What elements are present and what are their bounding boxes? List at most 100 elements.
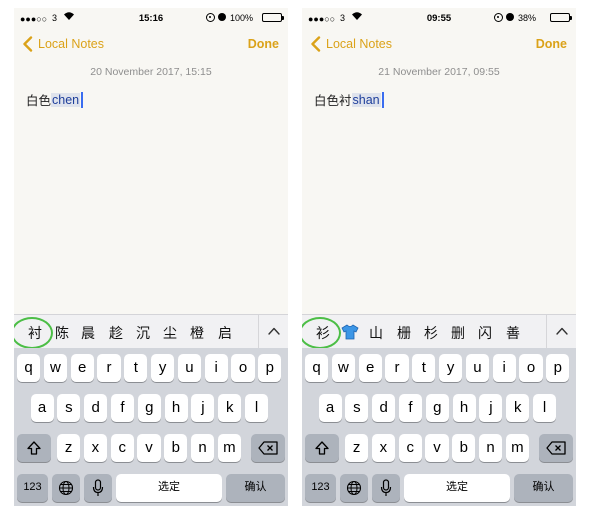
globe-key[interactable]	[340, 474, 368, 502]
key-e[interactable]: e	[358, 354, 382, 382]
nav-bar: Local Notes Done	[302, 30, 576, 58]
candidate-item[interactable]: 启	[215, 323, 235, 343]
numbers-key[interactable]: 123	[305, 474, 336, 502]
shift-key[interactable]	[17, 434, 51, 462]
status-bar: ●●●○○ 3 09:55 38%	[302, 8, 576, 28]
key-f[interactable]: f	[398, 394, 423, 422]
key-m[interactable]: m	[217, 434, 241, 462]
candidate-item[interactable]: 山	[366, 323, 386, 343]
candidate-item[interactable]: 善	[503, 323, 523, 343]
return-key[interactable]: 确认	[514, 474, 573, 502]
key-x[interactable]: x	[371, 434, 395, 462]
shift-key[interactable]	[305, 434, 339, 462]
back-button[interactable]: Local Notes	[21, 36, 104, 52]
key-t[interactable]: t	[124, 354, 148, 382]
key-k[interactable]: k	[218, 394, 242, 422]
key-r[interactable]: r	[97, 354, 121, 382]
candidate-item[interactable]: 删	[448, 323, 468, 343]
key-o[interactable]: o	[231, 354, 255, 382]
key-q[interactable]: q	[17, 354, 41, 382]
candidate-bar: 衬陈晨趁沉尘橙启	[14, 314, 288, 349]
candidate-item[interactable]: 闪	[475, 323, 495, 343]
candidate-item[interactable]: 晨	[78, 323, 98, 343]
key-g[interactable]: g	[425, 394, 449, 422]
key-h[interactable]: h	[164, 394, 188, 422]
key-l[interactable]: l	[532, 394, 557, 422]
key-a[interactable]: a	[318, 394, 342, 422]
key-b[interactable]: b	[164, 434, 188, 462]
candidate-item[interactable]: 栅	[394, 323, 414, 343]
key-s[interactable]: s	[57, 394, 81, 422]
key-b[interactable]: b	[452, 434, 476, 462]
key-y[interactable]: y	[439, 354, 463, 382]
key-j[interactable]: j	[479, 394, 503, 422]
microphone-key[interactable]	[372, 474, 400, 502]
candidate-bar: 衫👕山栅杉删闪善	[302, 314, 576, 349]
delete-icon	[546, 441, 566, 455]
delete-icon	[258, 441, 278, 455]
key-d[interactable]: d	[84, 394, 108, 422]
key-y[interactable]: y	[151, 354, 175, 382]
shirt-icon[interactable]: 👕	[341, 324, 359, 340]
key-v[interactable]: v	[425, 434, 449, 462]
key-j[interactable]: j	[191, 394, 215, 422]
key-n[interactable]: n	[191, 434, 215, 462]
alarm-icon	[506, 13, 514, 21]
delete-key[interactable]	[539, 434, 573, 462]
key-e[interactable]: e	[70, 354, 94, 382]
key-x[interactable]: x	[83, 434, 107, 462]
alarm-icon	[218, 13, 226, 21]
candidate-item[interactable]: 橙	[187, 323, 207, 343]
key-r[interactable]: r	[385, 354, 409, 382]
key-u[interactable]: u	[177, 354, 201, 382]
key-u[interactable]: u	[465, 354, 489, 382]
key-z[interactable]: z	[345, 434, 369, 462]
note-body[interactable]: 白色 chen	[26, 90, 84, 109]
candidate-expand-button[interactable]	[546, 315, 576, 349]
numbers-key[interactable]: 123	[17, 474, 48, 502]
key-t[interactable]: t	[412, 354, 436, 382]
candidate-item[interactable]: 杉	[421, 323, 441, 343]
microphone-key[interactable]	[84, 474, 112, 502]
key-p[interactable]: p	[546, 354, 570, 382]
candidate-expand-button[interactable]	[258, 315, 288, 349]
globe-key[interactable]	[52, 474, 80, 502]
key-p[interactable]: p	[258, 354, 282, 382]
key-v[interactable]: v	[137, 434, 161, 462]
candidate-item[interactable]: 陈	[52, 323, 72, 343]
key-o[interactable]: o	[519, 354, 543, 382]
key-k[interactable]: k	[506, 394, 530, 422]
key-c[interactable]: c	[110, 434, 134, 462]
note-marked-text: chen	[51, 92, 81, 107]
delete-key[interactable]	[251, 434, 285, 462]
done-button[interactable]: Done	[248, 37, 279, 51]
key-q[interactable]: q	[305, 354, 329, 382]
key-n[interactable]: n	[479, 434, 503, 462]
candidate-item[interactable]: 沉	[133, 323, 153, 343]
key-i[interactable]: i	[492, 354, 516, 382]
note-body[interactable]: 白色衬 shan	[314, 90, 384, 109]
key-f[interactable]: f	[110, 394, 135, 422]
back-button[interactable]: Local Notes	[309, 36, 392, 52]
done-button[interactable]: Done	[536, 37, 567, 51]
key-l[interactable]: l	[244, 394, 269, 422]
key-g[interactable]: g	[137, 394, 161, 422]
key-h[interactable]: h	[452, 394, 476, 422]
space-key[interactable]: 选定	[404, 474, 510, 502]
key-m[interactable]: m	[505, 434, 529, 462]
candidate-item[interactable]: 尘	[160, 323, 180, 343]
battery-icon	[550, 13, 572, 22]
candidate-item[interactable]: 趁	[106, 323, 126, 343]
space-key[interactable]: 选定	[116, 474, 222, 502]
key-z[interactable]: z	[57, 434, 81, 462]
key-i[interactable]: i	[204, 354, 228, 382]
key-w[interactable]: w	[331, 354, 355, 382]
return-key[interactable]: 确认	[226, 474, 285, 502]
key-c[interactable]: c	[398, 434, 422, 462]
key-s[interactable]: s	[345, 394, 369, 422]
key-d[interactable]: d	[372, 394, 396, 422]
key-a[interactable]: a	[30, 394, 54, 422]
note-date: 20 November 2017, 15:15	[90, 66, 212, 78]
microphone-icon	[380, 479, 392, 496]
key-w[interactable]: w	[43, 354, 67, 382]
